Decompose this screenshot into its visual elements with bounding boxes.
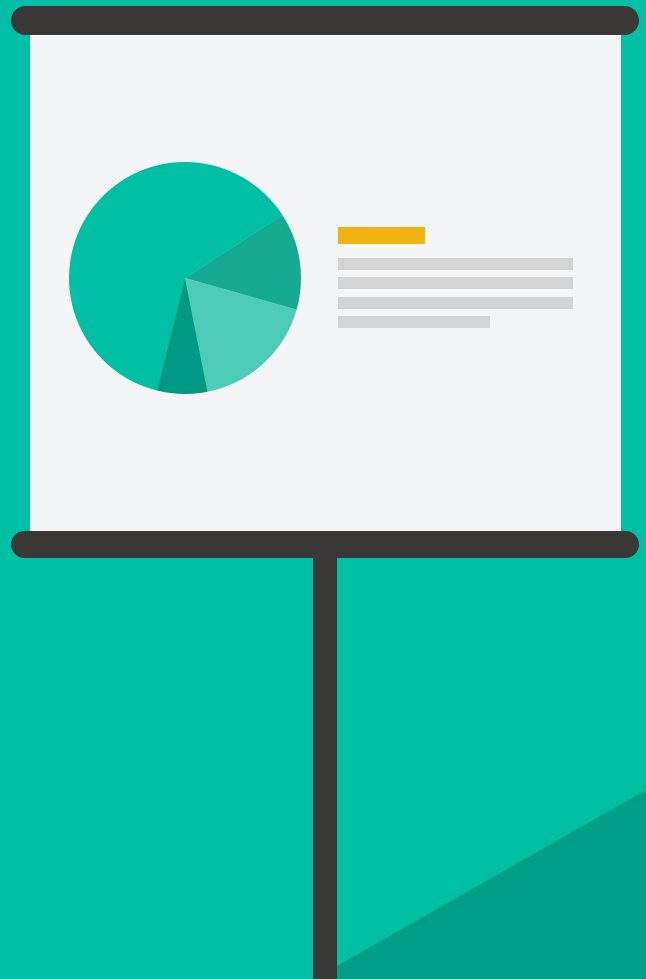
screen-top-bar	[11, 6, 639, 35]
presentation-illustration	[0, 0, 646, 979]
stand-pole	[313, 556, 337, 979]
slide-text-line-2	[338, 277, 573, 289]
slide-text-line-3	[338, 297, 573, 309]
slide-title-bar	[338, 227, 425, 244]
screen-bottom-bar	[11, 531, 639, 558]
pie-chart	[69, 161, 302, 394]
slide-text-line-4	[338, 316, 490, 328]
slide-text-line-1	[338, 258, 573, 270]
